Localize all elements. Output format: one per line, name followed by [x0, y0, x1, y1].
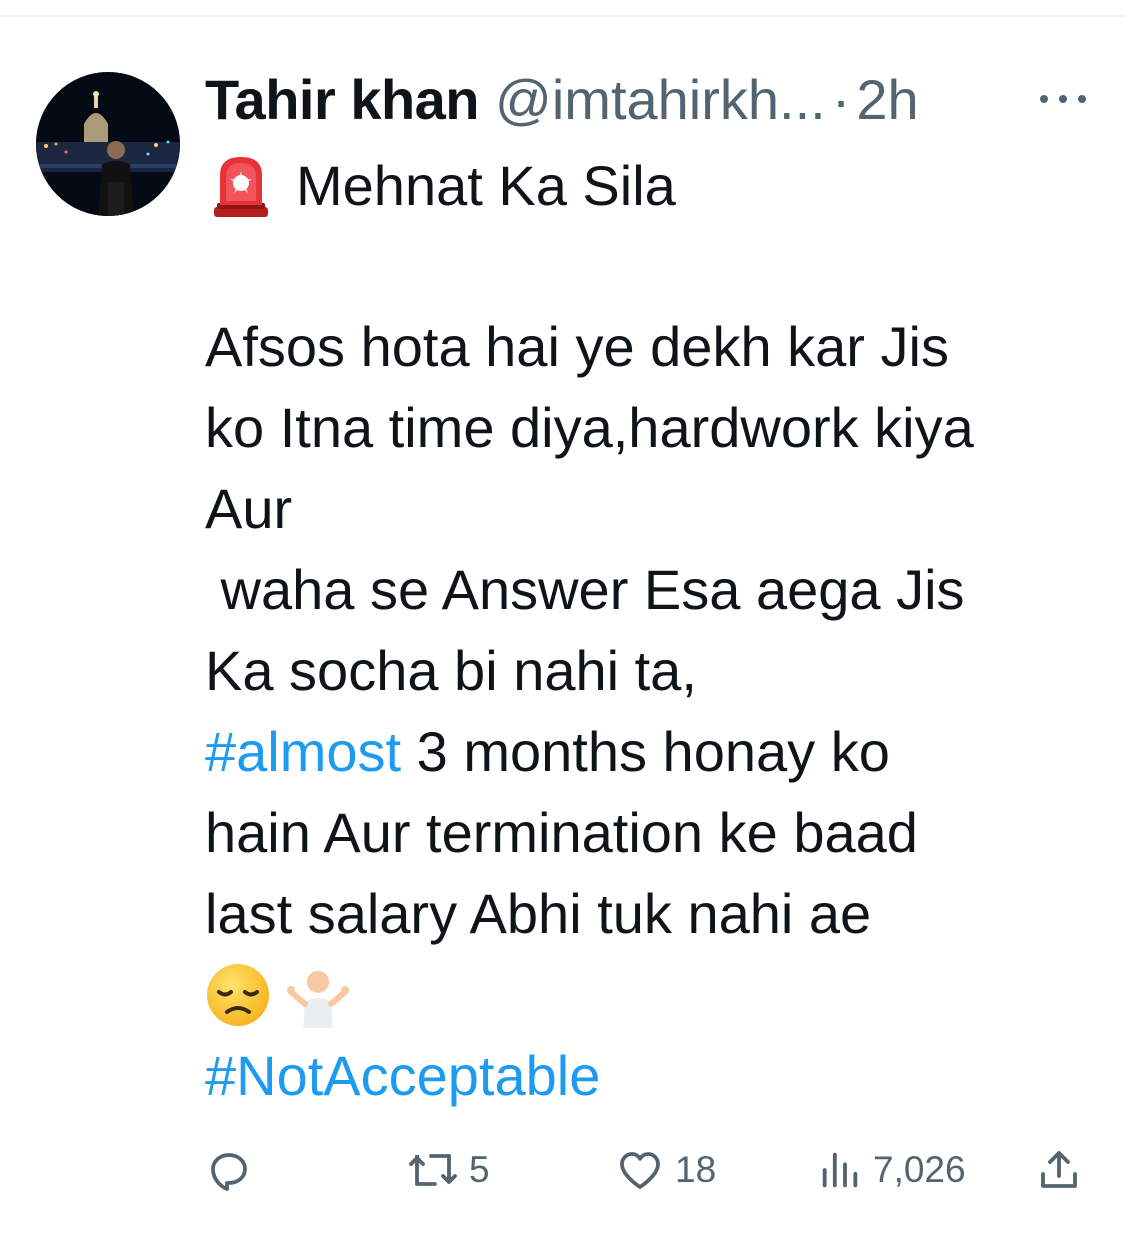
top-divider	[0, 15, 1125, 17]
tweet-line-with-hashtag: #almost 3 months honay ko	[205, 711, 1105, 792]
police-siren-emoji	[214, 157, 268, 217]
views-button[interactable]: 7,026	[817, 1138, 966, 1202]
tweet-title: Mehnat Ka Sila	[212, 150, 676, 222]
views-icon	[822, 1152, 858, 1188]
person-shrugging-emoji	[287, 970, 349, 1028]
tweet-line: Afsos hota hai ye dekh kar Jis	[205, 315, 949, 378]
tweet-line: last salary Abhi tuk nahi ae	[205, 882, 872, 945]
more-dot-icon	[1078, 95, 1086, 103]
reply-icon	[211, 1153, 247, 1191]
disappointed-face-emoji	[207, 963, 269, 1026]
tweet-line-segment: 3 months honay ko	[401, 720, 890, 783]
tweet-line: Ka socha bi nahi ta,	[205, 639, 697, 702]
tweet-line: hain Aur termination ke baad	[205, 801, 918, 864]
hashtag-line: #NotAcceptable	[205, 1035, 1105, 1116]
retweet-count: 5	[469, 1149, 490, 1190]
author-name[interactable]: Tahir khan	[205, 64, 480, 136]
views-count: 7,026	[873, 1149, 966, 1190]
tweet-body: Afsos hota hai ye dekh kar Jis ko Itna t…	[205, 306, 1105, 1116]
like-button[interactable]: 18	[615, 1138, 716, 1202]
avatar-photo	[36, 72, 180, 216]
tweet-header: Tahir khan @imtahirkh... · 2h	[205, 64, 919, 136]
reply-button[interactable]	[205, 1138, 253, 1202]
share-icon	[1041, 1151, 1077, 1188]
more-dot-icon	[1059, 95, 1067, 103]
heart-icon	[620, 1152, 660, 1189]
author-handle[interactable]: @imtahirkh...	[495, 64, 826, 136]
share-button[interactable]	[1035, 1138, 1083, 1202]
separator-dot: ·	[831, 68, 851, 131]
retweet-icon	[409, 1154, 457, 1186]
more-options-button[interactable]	[1040, 84, 1086, 114]
hashtag-almost[interactable]: #almost	[205, 720, 401, 783]
emoji-line	[205, 954, 1105, 1035]
tweet-title-text: Mehnat Ka Sila	[296, 154, 676, 217]
tweet-actions: 5 18 7,026	[205, 1138, 1085, 1202]
tweet-line: waha se Answer Esa aega Jis	[205, 558, 965, 621]
hashtag-notacceptable[interactable]: #NotAcceptable	[205, 1044, 600, 1107]
tweet-line: Aur	[205, 477, 293, 540]
retweet-button[interactable]: 5	[407, 1138, 490, 1202]
like-count: 18	[675, 1149, 717, 1190]
more-dot-icon	[1040, 95, 1048, 103]
tweet-time[interactable]: 2h	[856, 64, 918, 136]
avatar[interactable]	[36, 72, 180, 216]
tweet-line: ko Itna time diya,hardwork kiya	[205, 396, 974, 459]
